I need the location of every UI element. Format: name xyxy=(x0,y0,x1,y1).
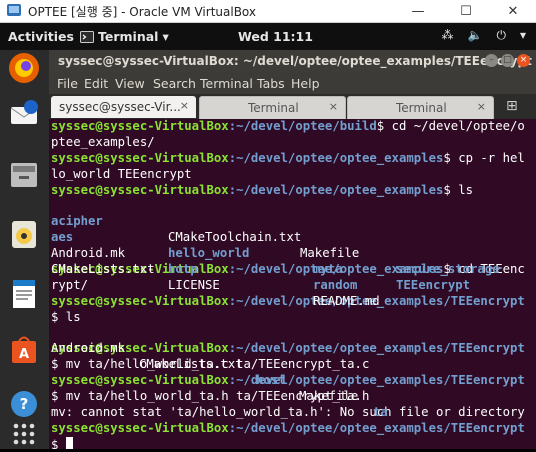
show-apps-icon[interactable] xyxy=(6,416,42,452)
svg-text:A: A xyxy=(19,347,29,362)
terminal-titlebar[interactable]: syssec@syssec-VirtualBox: ~/devel/optee/… xyxy=(49,50,536,72)
gnome-topbar: Activities Terminal ▾ Wed 11:11 ⁂ 🔈 ⏻ ▾ xyxy=(0,23,536,50)
close-tab-icon[interactable]: × xyxy=(329,100,338,113)
terminal-window: syssec@syssec-VirtualBox: ~/devel/optee/… xyxy=(49,50,536,449)
tab-bar: syssec@syssec-Vir... × Terminal × Termin… xyxy=(49,94,536,119)
tab-label: Terminal xyxy=(396,101,447,115)
maximize-icon[interactable]: □ xyxy=(501,54,514,67)
terminal-title: syssec@syssec-VirtualBox: ~/devel/optee/… xyxy=(58,54,532,68)
terminal-line: syssec@syssec-VirtualBox:~/devel/optee/o… xyxy=(51,150,525,165)
terminal-line: $ mv ta/hello_world_ta.c ta/TEEencrypt_t… xyxy=(51,357,370,372)
ls-row: Android.mk hotp random xyxy=(51,246,358,292)
menu-edit[interactable]: Edit xyxy=(84,76,108,91)
menu-tabs[interactable]: Tabs xyxy=(257,76,285,91)
new-tab-icon: ⊞ xyxy=(506,98,518,114)
terminal-line: syssec@syssec-VirtualBox:~/devel/optee/b… xyxy=(51,119,525,133)
close-button[interactable]: ✕ xyxy=(490,0,536,22)
error-line: mv: cannot stat 'ta/hello_world_ta.h': N… xyxy=(51,405,525,420)
tab-label: syssec@syssec-Vir... xyxy=(59,100,181,114)
virtualbox-icon xyxy=(7,4,21,16)
minimize-button[interactable]: — xyxy=(395,0,441,22)
menu-search[interactable]: Search xyxy=(153,76,196,91)
software-icon[interactable]: A xyxy=(6,332,42,368)
svg-text:?: ? xyxy=(20,395,29,413)
thunderbird-icon[interactable] xyxy=(6,96,42,132)
rhythmbox-icon[interactable] xyxy=(6,216,42,252)
text-cursor xyxy=(65,436,73,449)
app-menu-label: Terminal xyxy=(98,29,159,44)
terminal-line: syssec@syssec-VirtualBox:~/devel/optee/o… xyxy=(51,373,525,388)
terminal-output[interactable]: syssec@syssec-VirtualBox:~/devel/optee/b… xyxy=(51,119,536,449)
menu-view[interactable]: View xyxy=(115,76,145,91)
terminal-icon xyxy=(80,30,94,43)
ls-row: Android.mk CMakeLists.txt host Makefile … xyxy=(51,341,388,420)
ls-row: CMakeLists.txt LICENSE README.md xyxy=(51,262,380,308)
menu-help[interactable]: Help xyxy=(291,76,320,91)
chevron-down-icon: ▾ xyxy=(519,28,526,42)
sound-icon: 🔈 xyxy=(467,28,483,42)
terminal-line: syssec@syssec-VirtualBox:~/devel/optee/o… xyxy=(51,293,525,308)
tab-terminal-3[interactable]: Terminal × xyxy=(347,96,494,119)
minimize-icon[interactable]: – xyxy=(485,54,498,67)
terminal-line: syssec@syssec-VirtualBox:~/devel/optee/o… xyxy=(51,182,474,197)
close-tab-icon[interactable]: × xyxy=(477,100,486,113)
prompt-line: $ xyxy=(51,436,536,449)
menu-file[interactable]: File xyxy=(57,76,78,91)
power-icon: ⏻ xyxy=(496,28,506,42)
activities-button[interactable]: Activities xyxy=(8,29,74,44)
ls-row: acipher CMakeToolchain.txt Makefile secu… xyxy=(51,214,500,277)
terminal-line: lo_world TEEencrypt xyxy=(51,166,192,181)
maximize-button[interactable]: ☐ xyxy=(443,0,489,22)
clock[interactable]: Wed 11:11 xyxy=(238,29,313,44)
terminal-menubar: File Edit View Search Terminal Tabs Help xyxy=(49,72,536,94)
files-icon[interactable] xyxy=(6,156,42,192)
terminal-line: $ mv ta/hello_world_ta.h ta/TEEencrypt_t… xyxy=(51,389,370,404)
host-window-titlebar: OPTEE [실행 중] - Oracle VM VirtualBox — ☐ … xyxy=(0,0,536,23)
dock: A ? xyxy=(0,50,49,449)
tab-syssec[interactable]: syssec@syssec-Vir... × xyxy=(51,96,196,118)
close-tab-icon[interactable]: × xyxy=(180,99,189,112)
tab-terminal-2[interactable]: Terminal × xyxy=(199,96,346,119)
close-icon[interactable]: × xyxy=(517,54,530,67)
firefox-icon[interactable] xyxy=(6,50,42,86)
terminal-line: $ ls xyxy=(51,309,81,324)
writer-icon[interactable] xyxy=(6,276,42,312)
system-tray[interactable]: ⁂ 🔈 ⏻ ▾ xyxy=(442,28,526,43)
terminal-line: syssec@syssec-VirtualBox:~/devel/optee/o… xyxy=(51,420,525,435)
tab-label: Terminal xyxy=(248,101,299,115)
app-menu[interactable]: Terminal ▾ xyxy=(80,29,169,44)
network-icon: ⁂ xyxy=(441,28,454,42)
menu-terminal[interactable]: Terminal xyxy=(200,76,253,91)
ls-row: aes hello_world myta TEEencrypt xyxy=(51,230,471,292)
host-window-title: OPTEE [실행 중] - Oracle VM VirtualBox xyxy=(28,5,257,19)
chevron-down-icon: ▾ xyxy=(162,29,169,44)
new-tab-button[interactable]: ⊞ xyxy=(496,96,532,118)
terminal-line: ptee_examples/ xyxy=(51,134,155,149)
